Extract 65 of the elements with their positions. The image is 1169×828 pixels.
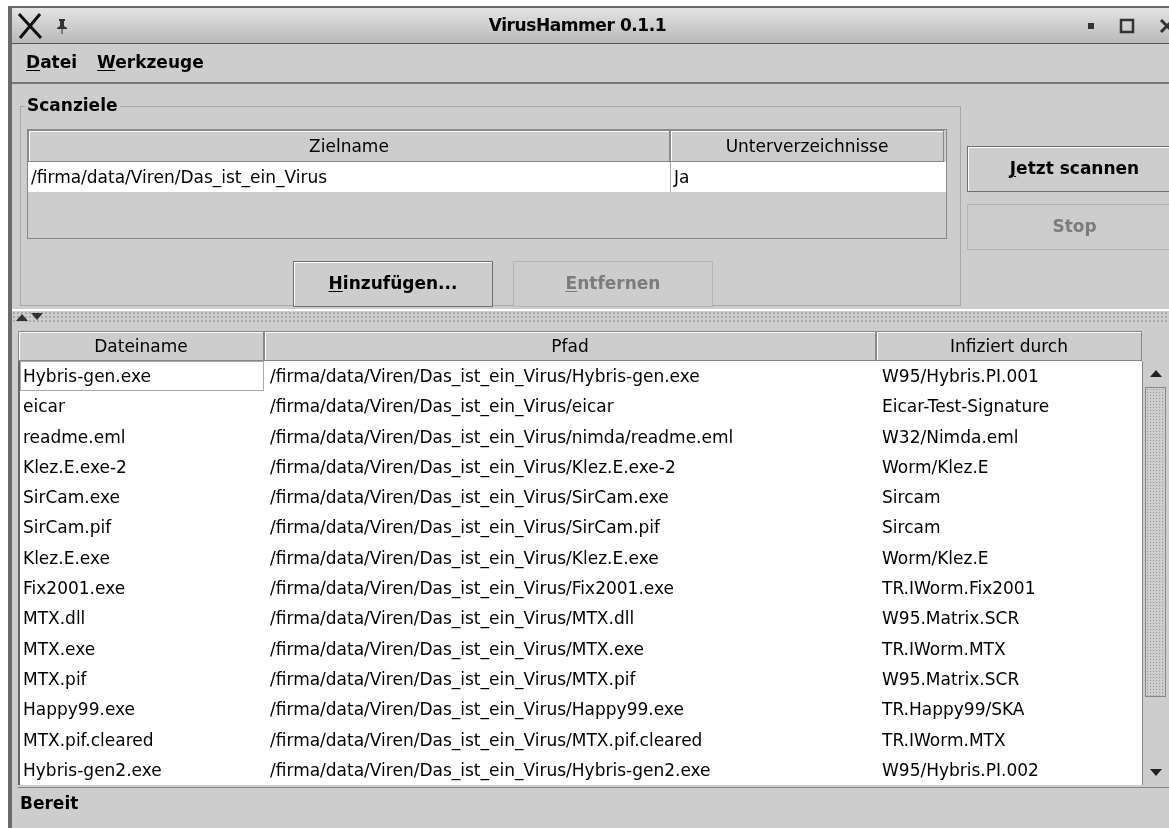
column-header[interactable]: Infiziert durch (876, 331, 1142, 361)
table-cell-text: Happy99.exe (22, 698, 137, 722)
table-cell: Ja (670, 162, 944, 192)
table-cell-text: /firma/data/Viren/Das_ist_ein_Virus/Happy99.exe (269, 698, 685, 722)
table-cell-text: /firma/data/Viren/Das_ist_ein_Virus/MTX.pif (269, 667, 637, 692)
table-cell-text: /firma/data/Viren/Das_ist_ein_Virus/SirCam.exe (269, 486, 670, 510)
table-cell-text: readme.eml (22, 425, 127, 449)
table-cell-text: MTX.dll (22, 607, 87, 631)
menu-item[interactable]: Datei (26, 50, 78, 76)
table-cell-text: Sircam (881, 486, 942, 510)
action-button[interactable]: Jetzt scannen (967, 146, 1169, 192)
table-cell-text: W95/Hybris.PI.002 (881, 758, 1040, 782)
table-cell-text: /firma/data/Viren/Das_ist_ein_Virus/Hybris-gen2.exe (269, 758, 712, 783)
table-cell-text: Worm/Klez.E (881, 455, 990, 479)
table-cell-text: /firma/data/Viren/Das_ist_ein_Virus/MTX.dll (269, 607, 636, 631)
close-icon[interactable] (1159, 17, 1169, 34)
table-cell-text: /firma/data/Viren/Das_ist_ein_Virus/eicar (269, 395, 615, 419)
table-cell-text: /firma/data/Viren/Das_ist_ein_Virus/Klez.E.exe (269, 546, 660, 571)
table-cell-text: Klez.E.exe (22, 546, 111, 570)
table-cell-text: eicar (22, 395, 66, 419)
minimize-icon[interactable] (1087, 21, 1095, 30)
table-cell-text: /firma/data/Viren/Das_ist_ein_Virus/MTX.pif.cleared (269, 728, 704, 753)
table-cell-text: W95/Hybris.PI.001 (881, 365, 1040, 388)
table-cell-text: /firma/data/Viren/Das_ist_ein_Virus/Fix2001.exe (269, 577, 675, 601)
table-cell-text: TR.IWorm.MTX (881, 637, 1007, 661)
column-header[interactable]: Unterverzeichnisse (670, 130, 944, 162)
table-cell-text: SirCam.pif (22, 516, 113, 540)
column-header[interactable]: Pfad (264, 331, 876, 361)
x-logo-icon[interactable] (16, 10, 44, 41)
pin-icon[interactable] (56, 17, 68, 34)
table-cell-text: MTX.pif.cleared (22, 728, 155, 752)
table-cell-text: SirCam.exe (22, 486, 121, 510)
table-cell-text: Klez.E.exe-2 (22, 455, 128, 479)
table-cell-text: Fix2001.exe (22, 577, 127, 601)
table-cell-text: TR.Happy99/SKA (881, 698, 1026, 722)
table-cell-text: MTX.pif (22, 667, 88, 691)
table-cell-text: Eicar-Test-Signature (881, 395, 1051, 419)
table-cell-text: W95.Matrix.SCR (881, 607, 1021, 631)
down-arrow-icon[interactable] (31, 313, 43, 321)
table-cell-text: /firma/data/Viren/Das_ist_ein_Virus/nimda/readme.eml (269, 425, 735, 450)
table-cell-text: /firma/data/Viren/Das_ist_ein_Virus/Hybris-gen.exe (269, 365, 701, 389)
column-header[interactable]: Dateiname (18, 331, 264, 361)
scroll-thumb[interactable] (1145, 387, 1166, 697)
table-cell-text: TR.IWorm.MTX (881, 728, 1007, 752)
table-cell-text: /firma/data/Viren/Das_ist_ein_Virus (30, 166, 329, 190)
status-text: Bereit (20, 791, 79, 815)
column-header[interactable]: Zielname (28, 130, 670, 162)
table-cell-text: /firma/data/Viren/Das_ist_ein_Virus/Klez.E.exe-2 (269, 455, 677, 480)
action-button[interactable]: Hinzufügen... (293, 261, 493, 307)
table-cell-text: W95.Matrix.SCR (881, 667, 1021, 691)
table-cell-text: Worm/Klez.E (881, 546, 990, 570)
maximize-icon[interactable] (1119, 17, 1135, 34)
table-row[interactable]: /firma/data/Viren/Das_ist_ein_Virus Ja (28, 162, 946, 192)
table-cell-text: MTX.exe (22, 637, 97, 661)
table-cell-text: /firma/data/Viren/Das_ist_ein_Virus/SirCam.pif (269, 516, 662, 540)
window-title: VirusHammer 0.1.1 (488, 13, 667, 37)
table-cell-text: Sircam (881, 516, 942, 540)
table-cell: Hybris-gen.exe (20, 361, 264, 392)
table-cell-text: Hybris-gen2.exe (22, 758, 163, 782)
up-arrow-icon[interactable] (16, 313, 28, 321)
scrollbar[interactable] (1142, 361, 1168, 785)
table-cell-text: W32/Nimda.eml (881, 425, 1020, 449)
table-cell-text: TR.IWorm.Fix2001 (881, 577, 1037, 601)
menu-item[interactable]: Werkzeuge (97, 50, 204, 76)
table-cell-text: /firma/data/Viren/Das_ist_ein_Virus/MTX.exe (269, 637, 646, 662)
